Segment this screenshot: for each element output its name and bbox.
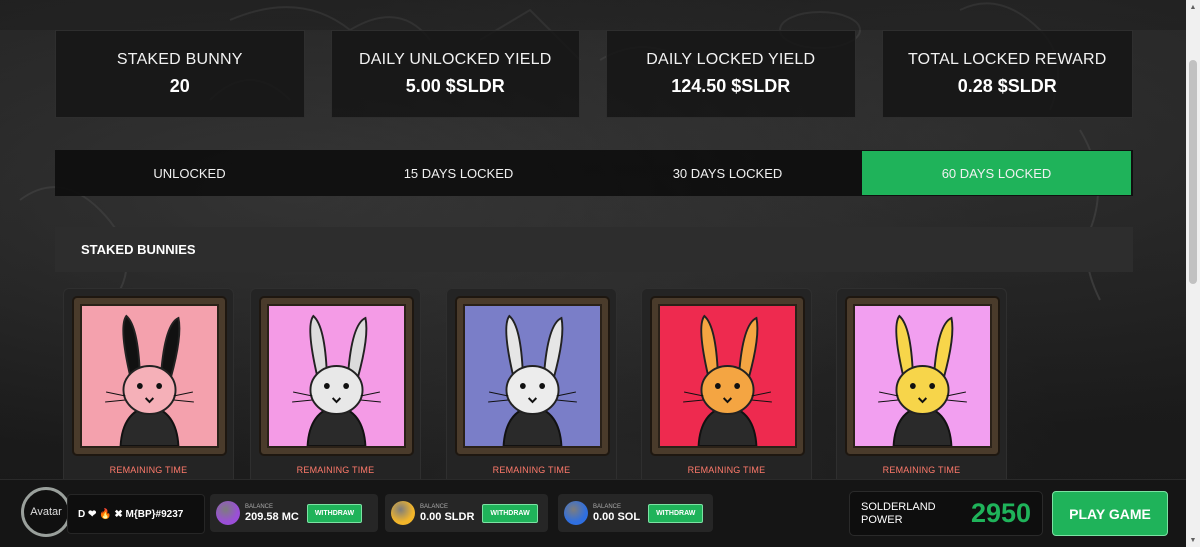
- sol-coin-icon: [564, 501, 588, 525]
- username: D ❤ 🔥 ✖ M{BP}#9237: [78, 508, 184, 520]
- wallet-sol: BALANCE 0.00 SOL WITHDRAW: [558, 494, 713, 532]
- staked-bunnies-header: STAKED BUNNIES: [55, 227, 1133, 272]
- remaining-time-label: REMAINING TIME: [109, 465, 188, 475]
- power-label: SOLDERLAND POWER: [861, 500, 936, 526]
- bunny-image: [853, 304, 992, 448]
- bunny-frame: [72, 296, 227, 456]
- bunny-frame: [650, 296, 805, 456]
- bunny-card[interactable]: REMAINING TIME: [63, 288, 234, 488]
- bunny-frame: [455, 296, 610, 456]
- withdraw-mc-button[interactable]: WITHDRAW: [306, 503, 363, 523]
- wallet-mc: BALANCE 209.58 MC WITHDRAW: [210, 494, 378, 532]
- stat-label: TOTAL LOCKED REWARD: [908, 51, 1107, 68]
- avatar[interactable]: Avatar: [21, 487, 71, 537]
- scrollbar[interactable]: ▲ ▼: [1186, 0, 1200, 547]
- stats-row: STAKED BUNNY 20 DAILY UNLOCKED YIELD 5.0…: [55, 30, 1133, 118]
- wallet-sldr: BALANCE 0.00 SLDR WITHDRAW: [385, 494, 548, 532]
- stat-daily-unlocked-yield: DAILY UNLOCKED YIELD 5.00 $SLDR: [330, 30, 580, 118]
- remaining-time-label: REMAINING TIME: [882, 465, 961, 475]
- stat-staked-bunny: STAKED BUNNY 20: [55, 30, 305, 118]
- play-game-button[interactable]: PLAY GAME: [1052, 491, 1168, 536]
- bunny-card[interactable]: REMAINING TIME: [446, 288, 617, 488]
- balance-label: BALANCE: [245, 503, 274, 510]
- bunny-image: [80, 304, 219, 448]
- withdraw-sol-button[interactable]: WITHDRAW: [648, 503, 704, 523]
- bunny-card[interactable]: REMAINING TIME: [641, 288, 812, 488]
- stat-value: 0.28 $SLDR: [957, 76, 1057, 96]
- stat-label: STAKED BUNNY: [116, 51, 243, 68]
- scroll-up-icon[interactable]: ▲: [1186, 0, 1200, 14]
- bunny-frame: [845, 296, 1000, 456]
- stat-value: 20: [169, 76, 190, 96]
- avatar-alt-text: Avatar: [30, 506, 62, 518]
- bunny-card[interactable]: REMAINING TIME: [250, 288, 421, 488]
- stat-daily-locked-yield: DAILY LOCKED YIELD 124.50 $SLDR: [606, 30, 856, 118]
- stat-label: DAILY LOCKED YIELD: [646, 51, 816, 68]
- balance-label: BALANCE: [593, 503, 622, 510]
- scrollbar-thumb[interactable]: [1189, 60, 1197, 284]
- stat-label: DAILY UNLOCKED YIELD: [358, 51, 552, 68]
- top-band: [0, 0, 1186, 30]
- remaining-time-label: REMAINING TIME: [492, 465, 571, 475]
- stat-value: 5.00 $SLDR: [405, 76, 505, 96]
- tab-unlocked[interactable]: UNLOCKED: [55, 150, 324, 196]
- remaining-time-label: REMAINING TIME: [687, 465, 766, 475]
- tab-30-days-locked[interactable]: 30 DAYS LOCKED: [593, 150, 862, 196]
- username-box: D ❤ 🔥 ✖ M{BP}#9237: [67, 494, 205, 534]
- bunny-image: [463, 304, 602, 448]
- bunny-frame: [259, 296, 414, 456]
- bunny-image: [658, 304, 797, 448]
- lock-period-tabs: UNLOCKED 15 DAYS LOCKED 30 DAYS LOCKED 6…: [55, 150, 1133, 196]
- balance-amount: 0.00 SOL: [593, 510, 641, 523]
- withdraw-sldr-button[interactable]: WITHDRAW: [482, 503, 538, 523]
- tab-60-days-locked[interactable]: 60 DAYS LOCKED: [862, 151, 1131, 195]
- power-value: 2950: [971, 498, 1032, 528]
- stat-value: 124.50 $SLDR: [671, 76, 791, 96]
- sldr-coin-icon: [391, 501, 415, 525]
- bunny-card[interactable]: REMAINING TIME: [836, 288, 1007, 488]
- balance-amount: 209.58 MC: [245, 510, 299, 523]
- stat-total-locked-reward: TOTAL LOCKED REWARD 0.28 $SLDR: [881, 30, 1133, 118]
- balance-amount: 0.00 SLDR: [420, 510, 475, 523]
- tab-15-days-locked[interactable]: 15 DAYS LOCKED: [324, 150, 593, 196]
- bunny-image: [267, 304, 406, 448]
- balance-label: BALANCE: [420, 503, 449, 510]
- scroll-down-icon[interactable]: ▼: [1186, 533, 1200, 547]
- section-title: STAKED BUNNIES: [81, 242, 196, 257]
- solderland-power: SOLDERLAND POWER 2950: [849, 491, 1043, 536]
- mc-coin-icon: [216, 501, 240, 525]
- remaining-time-label: REMAINING TIME: [296, 465, 375, 475]
